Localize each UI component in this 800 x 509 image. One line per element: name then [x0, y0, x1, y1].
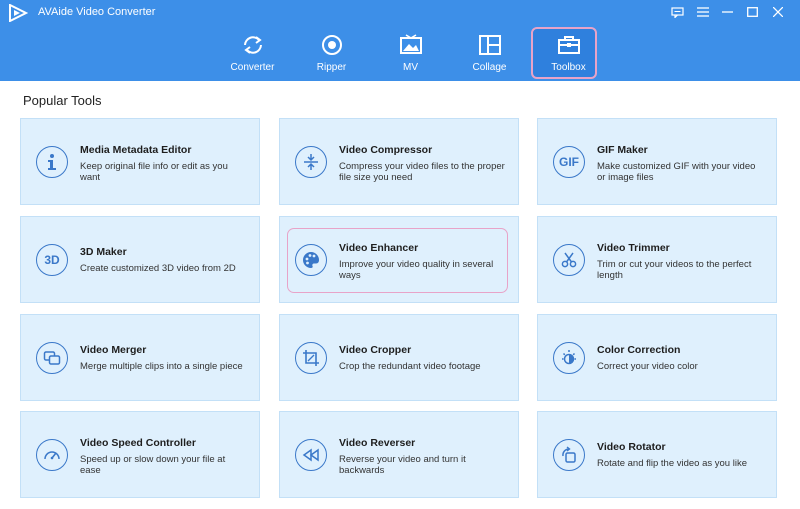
tool-title: Video Compressor [339, 144, 433, 156]
maximize-button[interactable] [740, 4, 765, 20]
top-bar: AVAide Video Converter Converter Ripper … [0, 0, 800, 81]
tab-converter-label: Converter [230, 62, 275, 73]
section-title: Popular Tools [23, 93, 102, 108]
minimize-button[interactable] [715, 4, 740, 20]
tool-description: Speed up or slow down your file at ease [80, 454, 226, 476]
tool-description: Rotate and flip the video as you like [597, 458, 747, 469]
tool-card-video-cropper[interactable]: Video Cropper Crop the redundant video f… [279, 314, 519, 401]
ripper-icon [319, 34, 345, 56]
converter-icon [240, 34, 266, 56]
tab-toolbox-label: Toolbox [551, 62, 586, 73]
tool-description: Correct your video color [597, 361, 698, 372]
tool-title: GIF Maker [597, 144, 648, 156]
tool-title: 3D Maker [80, 246, 127, 258]
tool-title: Video Speed Controller [80, 437, 196, 449]
rewind-icon [295, 439, 327, 471]
tool-title: Video Cropper [339, 344, 412, 356]
chat-icon [671, 6, 684, 18]
tab-converter[interactable]: Converter [213, 28, 292, 81]
app-window: AVAide Video Converter Converter Ripper … [0, 0, 800, 509]
tab-mv[interactable]: MV [371, 28, 450, 81]
tool-description: Reverse your video and turn it backwards [339, 454, 466, 476]
tool-card-color-correction[interactable]: Color Correction Correct your video colo… [537, 314, 777, 401]
tool-card-gif-maker[interactable]: GIF GIF Maker Make customized GIF with y… [537, 118, 777, 205]
tool-card-video-merger[interactable]: Video Merger Merge multiple clips into a… [20, 314, 260, 401]
app-title: AVAide Video Converter [38, 6, 156, 18]
tool-title: Color Correction [597, 344, 681, 356]
tool-title: Video Reverser [339, 437, 416, 449]
tool-title: Video Trimmer [597, 242, 670, 254]
tool-card-video-trimmer[interactable]: Video Trimmer Trim or cut your videos to… [537, 216, 777, 303]
maximize-icon [747, 7, 758, 17]
tool-description: Keep original file info or edit as you w… [80, 161, 228, 183]
gif-icon: GIF [553, 146, 585, 178]
tab-ripper[interactable]: Ripper [292, 28, 371, 81]
mv-icon [398, 34, 424, 56]
tool-description: Crop the redundant video footage [339, 361, 481, 372]
merge-icon [36, 342, 68, 374]
app-logo-icon [9, 4, 28, 22]
tool-description: Merge multiple clips into a single piece [80, 361, 243, 372]
tool-card-media-metadata-editor[interactable]: Media Metadata Editor Keep original file… [20, 118, 260, 205]
crop-icon [295, 342, 327, 374]
close-button[interactable] [765, 4, 790, 20]
collage-icon [477, 34, 503, 56]
compress-icon [295, 146, 327, 178]
3d-icon: 3D [36, 244, 68, 276]
menu-button[interactable] [690, 4, 715, 20]
tool-card-video-reverser[interactable]: Video Reverser Reverse your video and tu… [279, 411, 519, 498]
tool-card-video-compressor[interactable]: Video Compressor Compress your video fil… [279, 118, 519, 205]
tab-collage-label: Collage [472, 62, 507, 73]
window-controls [665, 4, 790, 20]
video-enhancer-highlight [287, 228, 508, 293]
tab-toolbox[interactable]: Toolbox [529, 28, 608, 81]
tab-ripper-label: Ripper [316, 62, 347, 73]
tool-description: Make customized GIF with your video or i… [597, 161, 756, 183]
main-nav: Converter Ripper MV Collage Toolbox [213, 28, 608, 81]
tool-title: Video Rotator [597, 441, 666, 453]
speedometer-icon [36, 439, 68, 471]
tool-title: Video Merger [80, 344, 147, 356]
scissors-icon [553, 244, 585, 276]
info-icon [36, 146, 68, 178]
tool-card-video-rotator[interactable]: Video Rotator Rotate and flip the video … [537, 411, 777, 498]
tool-description: Trim or cut your videos to the perfect l… [597, 259, 752, 281]
close-icon [772, 7, 783, 17]
tool-card-3d-maker[interactable]: 3D 3D Maker Create customized 3D video f… [20, 216, 260, 303]
tool-description: Compress your video files to the proper … [339, 161, 505, 183]
tab-collage[interactable]: Collage [450, 28, 529, 81]
minimize-icon [722, 11, 733, 13]
tool-card-video-speed-controller[interactable]: Video Speed Controller Speed up or slow … [20, 411, 260, 498]
tool-title: Media Metadata Editor [80, 144, 192, 156]
tab-mv-label: MV [403, 62, 418, 73]
tool-description: Create customized 3D video from 2D [80, 263, 236, 274]
rotate-icon [553, 439, 585, 471]
hamburger-icon [696, 7, 709, 17]
feedback-button[interactable] [665, 4, 690, 20]
toolbox-icon [556, 34, 582, 56]
color-correction-icon [553, 342, 585, 374]
